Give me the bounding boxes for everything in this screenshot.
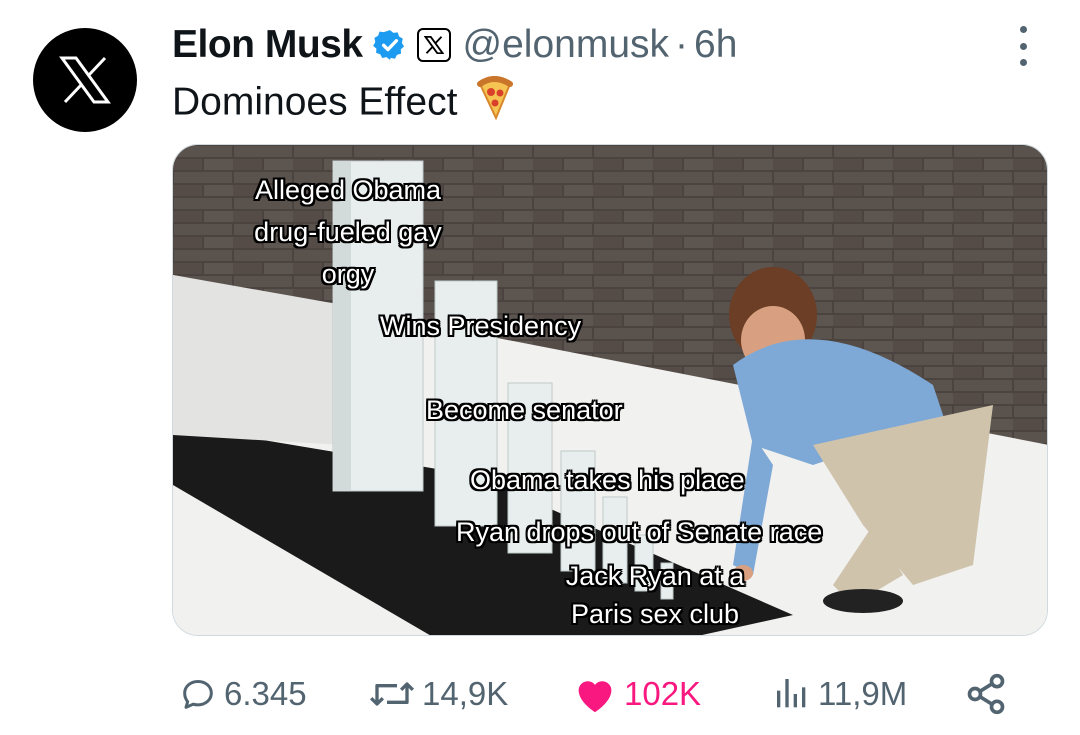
tweet-media-image[interactable]: Alleged Obama drug-fueled gay orgy Wins … (172, 144, 1048, 636)
separator-dot: · (675, 23, 689, 66)
like-button[interactable]: 102K (572, 664, 701, 724)
reply-count: 6.345 (224, 675, 307, 712)
caption-3: Become senator (426, 395, 623, 425)
caption-5: Ryan drops out of Senate race (456, 517, 823, 547)
author-name[interactable]: Elon Musk (172, 23, 363, 67)
views-button[interactable]: 11,9M (772, 664, 907, 724)
caption-1-line-3: orgy (321, 259, 375, 289)
views-chart-icon (777, 679, 806, 708)
heart-icon (578, 681, 612, 713)
timestamp[interactable]: 6h (694, 23, 737, 67)
repost-icon (369, 682, 415, 706)
caption-6: Jack Ryan at a Paris sex club (545, 557, 765, 633)
reply-button[interactable]: 6.345 (178, 664, 307, 724)
caption-1: Alleged Obama drug-fueled gay orgy (233, 169, 463, 295)
caption-1-line-1: Alleged Obama (254, 175, 442, 205)
more-options-icon[interactable] (1010, 26, 1036, 66)
repost-button[interactable]: 14,9K (368, 664, 508, 724)
x-affiliation-icon[interactable] (416, 28, 451, 62)
caption-6-line-2: Paris sex club (570, 599, 740, 629)
share-button[interactable] (964, 664, 1014, 724)
tweet-header: Elon Musk @elonmusk · 6h (172, 20, 737, 70)
share-icon (967, 673, 1005, 715)
avatar[interactable] (33, 28, 137, 132)
action-bar: 6.345 14,9K 102K 11,9M (172, 664, 1048, 724)
caption-1-line-2: drug-fueled gay (254, 217, 442, 247)
caption-4: Obama takes his place (470, 465, 745, 495)
reply-icon (183, 680, 213, 709)
pizza-emoji-icon (474, 76, 514, 132)
views-count: 11,9M (818, 675, 908, 712)
repost-count: 14,9K (422, 675, 509, 712)
tweet-text: Dominoes Effect (172, 76, 514, 132)
x-logo-icon (59, 56, 111, 104)
tweet-body: Dominoes Effect (172, 80, 458, 124)
verified-badge-icon[interactable] (372, 28, 407, 62)
caption-2: Wins Presidency (380, 311, 582, 341)
caption-6-line-1: Jack Ryan at a (565, 561, 745, 591)
author-handle[interactable]: @elonmusk (463, 23, 670, 67)
like-count: 102K (624, 675, 702, 712)
